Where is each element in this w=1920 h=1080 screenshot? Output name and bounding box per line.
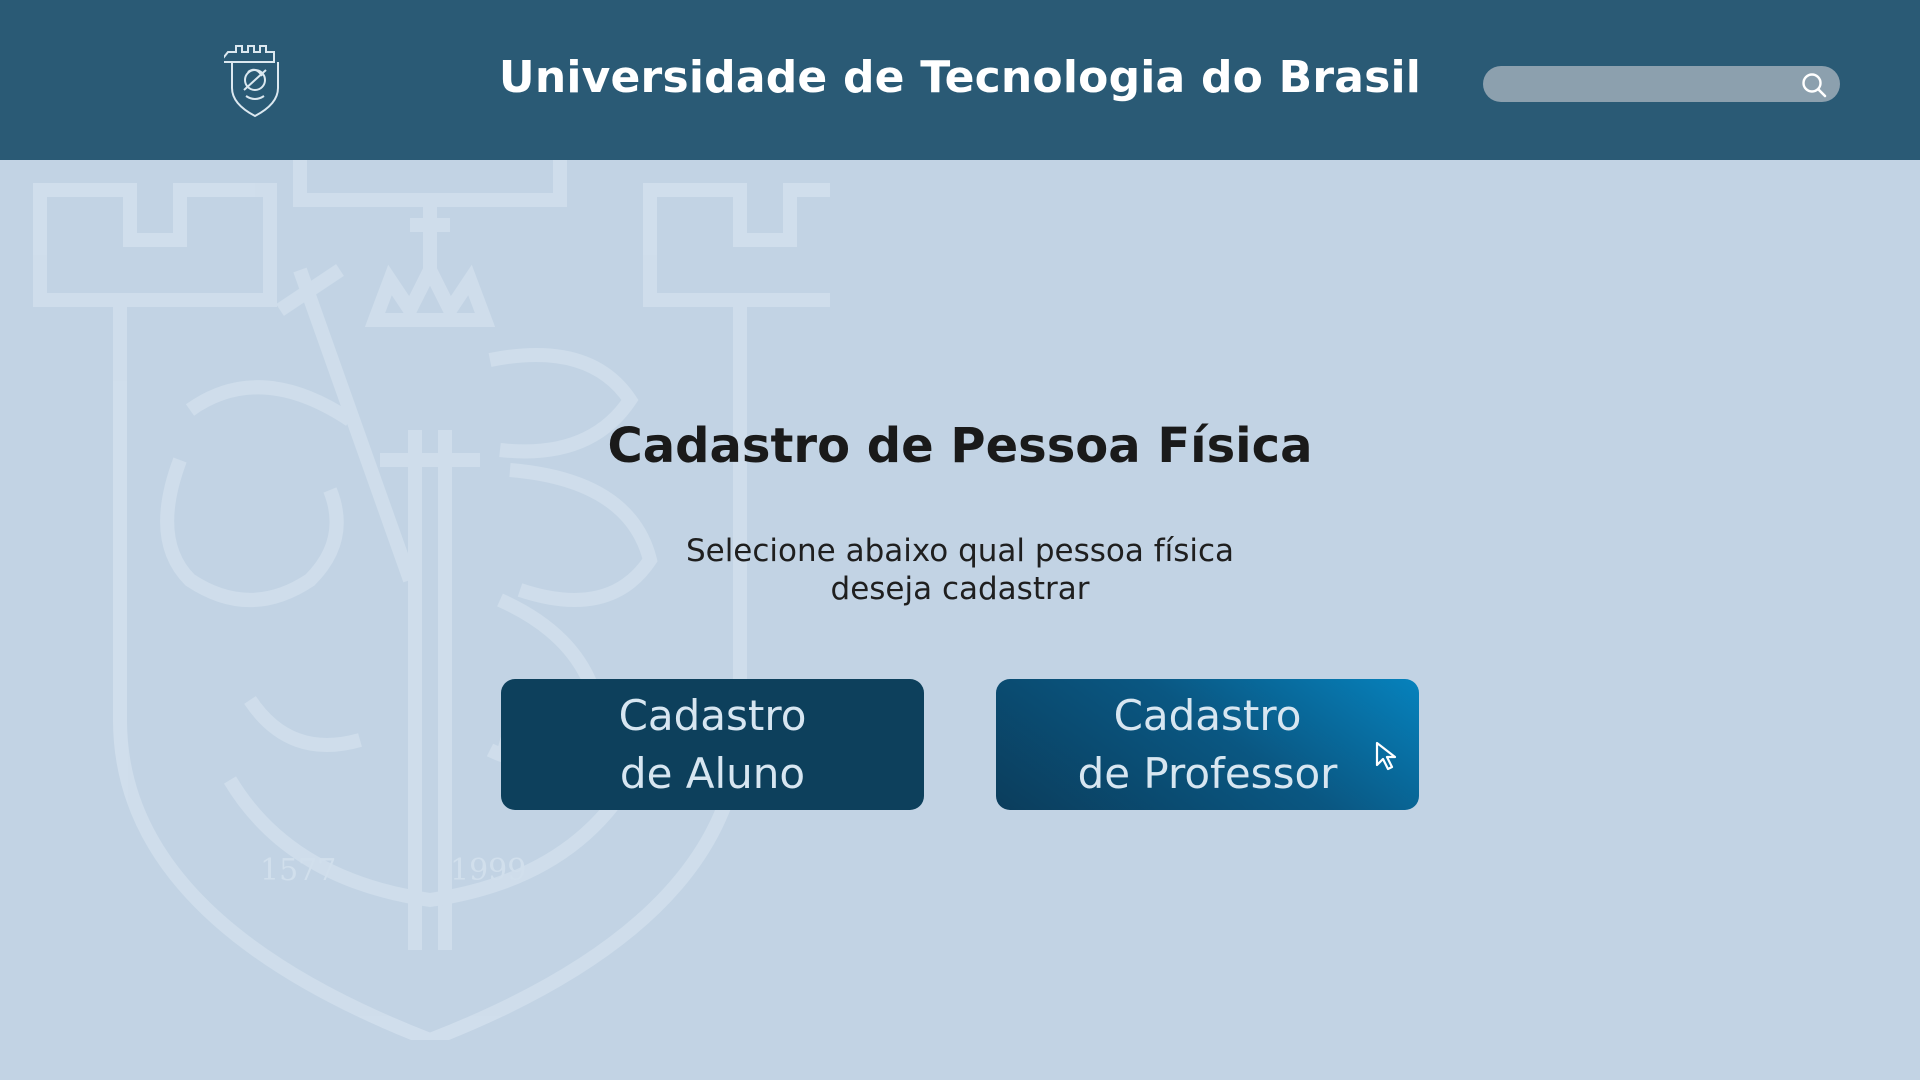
- professor-button-line-1: Cadastro: [1113, 690, 1302, 740]
- professor-button-line-2: de Professor: [1077, 748, 1338, 798]
- page-title: Cadastro de Pessoa Física: [607, 418, 1313, 474]
- aluno-button-line-1: Cadastro: [618, 690, 807, 740]
- subtitle-line-1: Selecione abaixo qual pessoa física: [685, 533, 1235, 569]
- page-subtitle: Selecione abaixo qual pessoa física dese…: [560, 532, 1360, 608]
- aluno-button-line-2: de Aluno: [619, 748, 806, 798]
- cadastro-aluno-button[interactable]: Cadastro de Aluno: [501, 679, 924, 810]
- search-bar[interactable]: [1483, 66, 1840, 102]
- watermark-year-left: 1577: [260, 853, 336, 888]
- search-icon[interactable]: [1800, 71, 1828, 99]
- watermark-year-right: 1999: [450, 853, 526, 888]
- university-crest-icon[interactable]: [224, 44, 286, 118]
- search-input[interactable]: [1499, 66, 1789, 102]
- top-header-bar: Universidade de Tecnologia do Brasil: [0, 0, 1920, 160]
- subtitle-line-2: deseja cadastrar: [830, 571, 1090, 607]
- cadastro-professor-button[interactable]: Cadastro de Professor: [996, 679, 1419, 810]
- mouse-pointer-icon: [1375, 741, 1397, 771]
- site-title: Universidade de Tecnologia do Brasil: [498, 52, 1422, 103]
